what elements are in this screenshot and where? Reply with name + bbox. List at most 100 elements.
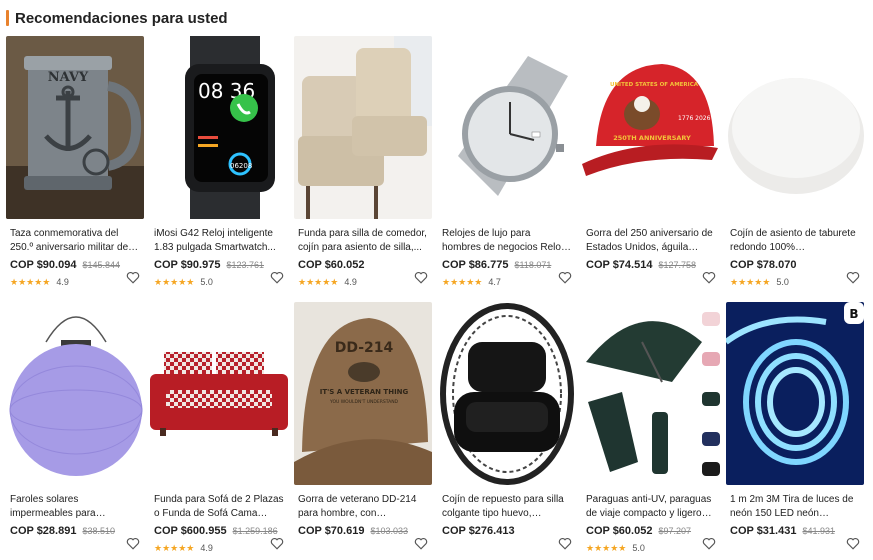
product-price: COP $74.514 (586, 259, 653, 271)
product-name[interactable]: Gorra de veterano DD-214 para hombre, co… (298, 493, 428, 521)
favorite-heart-icon[interactable] (270, 537, 284, 550)
product-name[interactable]: 1 m 2m 3M Tira de luces de neón 150 LED … (730, 493, 860, 521)
cap-vet-main-text: DD-214 (335, 340, 394, 356)
product-price: COP $600.955 (154, 525, 227, 537)
product-price: COP $60.052 (298, 259, 365, 271)
purple-lantern-image (6, 302, 144, 485)
product-name[interactable]: Taza conmemorativa del 250.º aniversario… (10, 227, 140, 255)
rating-value: 5.0 (200, 277, 213, 287)
favorite-heart-icon[interactable] (414, 537, 428, 550)
product-card[interactable]: B 1 m 2m 3M Tira de luces de neón 150 LE… (726, 302, 864, 558)
accent-bar (6, 10, 9, 26)
cap-vet-line2-text: YOU WOULDN'T UNDERSTAND (329, 399, 399, 405)
neon-badge-text: B (849, 307, 858, 321)
cap-red-top-text: UNITED STATES OF AMERICA (610, 82, 699, 88)
rating-value: 4.9 (56, 277, 69, 287)
chair-cover-image (294, 36, 432, 219)
product-price: COP $86.775 (442, 259, 509, 271)
smartwatch-image: 08 36 06208 (150, 36, 288, 219)
product-image[interactable]: DD-214 IT'S A VETERAN THING YOU WOULDN'T… (294, 302, 432, 485)
star-rating-icon: ★★★★★ (586, 542, 627, 553)
product-card[interactable]: UNITED STATES OF AMERICA 1776 2026 250TH… (582, 36, 720, 292)
product-image[interactable] (582, 302, 720, 485)
sofa-image (150, 302, 288, 485)
product-image[interactable]: 08 36 06208 (150, 36, 288, 219)
neon-strip-image: B (726, 302, 864, 485)
product-name[interactable]: Cojín de repuesto para silla colgante ti… (442, 493, 572, 521)
product-name[interactable]: Cojín de asiento de taburete redondo 100… (730, 227, 860, 255)
product-price: COP $90.094 (10, 259, 77, 271)
product-image[interactable]: B (726, 302, 864, 485)
product-image[interactable] (726, 36, 864, 219)
product-card[interactable]: Relojes de lujo para hombres de negocios… (438, 36, 576, 292)
product-image[interactable]: UNITED STATES OF AMERICA 1776 2026 250TH… (582, 36, 720, 219)
star-rating-icon: ★★★★★ (298, 276, 339, 287)
product-price: COP $78.070 (730, 259, 797, 271)
product-image[interactable]: NAVY (6, 36, 144, 219)
product-original-price: $103.033 (370, 526, 409, 536)
rating-value: 4.9 (200, 543, 213, 553)
favorite-heart-icon[interactable] (846, 271, 860, 284)
product-image[interactable] (438, 36, 576, 219)
product-grid: NAVY Taza conmemorativa del 250.º aniver… (6, 36, 864, 558)
product-name[interactable]: Funda para Sofá de 2 Plazas o Funda de S… (154, 493, 284, 521)
section-header: Recomendaciones para usted (6, 8, 228, 28)
product-price: COP $60.052 (586, 525, 653, 537)
product-original-price: $97.207 (658, 526, 692, 536)
favorite-heart-icon[interactable] (846, 537, 860, 550)
product-card[interactable]: Cojín de repuesto para silla colgante ti… (438, 302, 576, 558)
mug-text: NAVY (48, 70, 89, 85)
favorite-heart-icon[interactable] (702, 271, 716, 284)
section-title: Recomendaciones para usted (15, 9, 228, 27)
product-original-price: $1.259.186 (232, 526, 278, 536)
product-price: COP $276.413 (442, 525, 515, 537)
product-card[interactable]: Cojín de asiento de taburete redondo 100… (726, 36, 864, 292)
product-original-price: $41.931 (802, 526, 836, 536)
star-rating-icon: ★★★★★ (730, 276, 771, 287)
star-rating-icon: ★★★★★ (154, 542, 195, 553)
umbrella-image (582, 302, 720, 485)
product-name[interactable]: Paraguas anti-UV, paraguas de viaje comp… (586, 493, 716, 521)
product-card[interactable]: Funda para Sofá de 2 Plazas o Funda de S… (150, 302, 288, 558)
favorite-heart-icon[interactable] (702, 537, 716, 550)
product-name[interactable]: Gorra del 250 aniversario de Estados Uni… (586, 227, 716, 255)
egg-chair-image (438, 302, 576, 485)
favorite-heart-icon[interactable] (558, 537, 572, 550)
product-original-price: $38.510 (82, 526, 116, 536)
product-card[interactable]: NAVY Taza conmemorativa del 250.º aniver… (6, 36, 144, 292)
product-price: COP $90.975 (154, 259, 221, 271)
product-image[interactable] (438, 302, 576, 485)
favorite-heart-icon[interactable] (270, 271, 284, 284)
star-rating-icon: ★★★★★ (442, 276, 483, 287)
product-original-price: $127.758 (658, 260, 697, 270)
favorite-heart-icon[interactable] (126, 537, 140, 550)
product-name[interactable]: Faroles solares impermeables para exteri… (10, 493, 140, 521)
mug-image: NAVY (6, 36, 144, 219)
product-original-price: $118.071 (514, 260, 552, 270)
product-card[interactable]: Funda para silla de comedor, cojín para … (294, 36, 432, 292)
favorite-heart-icon[interactable] (558, 271, 572, 284)
favorite-heart-icon[interactable] (414, 271, 428, 284)
product-image[interactable] (150, 302, 288, 485)
product-image[interactable] (294, 36, 432, 219)
product-name[interactable]: Relojes de lujo para hombres de negocios… (442, 227, 572, 255)
product-name[interactable]: iMosi G42 Reloj inteligente 1.83 pulgada… (154, 227, 284, 255)
product-card[interactable]: Faroles solares impermeables para exteri… (6, 302, 144, 558)
cap-red-bottom-text: 250TH ANNIVERSARY (613, 134, 691, 142)
product-image[interactable] (6, 302, 144, 485)
product-price: COP $31.431 (730, 525, 797, 537)
veteran-cap-image: DD-214 IT'S A VETERAN THING YOU WOULDN'T… (294, 302, 432, 485)
round-cushion-image (726, 36, 864, 219)
rating-value: 5.0 (632, 543, 645, 553)
cap-vet-line1-text: IT'S A VETERAN THING (320, 388, 409, 396)
rating-value: 4.7 (488, 277, 501, 287)
favorite-heart-icon[interactable] (126, 271, 140, 284)
product-card[interactable]: DD-214 IT'S A VETERAN THING YOU WOULDN'T… (294, 302, 432, 558)
product-card[interactable]: Paraguas anti-UV, paraguas de viaje comp… (582, 302, 720, 558)
star-rating-icon: ★★★★★ (154, 276, 195, 287)
product-name[interactable]: Funda para silla de comedor, cojín para … (298, 227, 428, 255)
watch-steps-text: 06208 (230, 162, 252, 170)
product-card[interactable]: 08 36 06208 iMosi G42 Reloj inteligente … (150, 36, 288, 292)
product-original-price: $123.761 (226, 260, 265, 270)
product-original-price: $145.844 (82, 260, 121, 270)
